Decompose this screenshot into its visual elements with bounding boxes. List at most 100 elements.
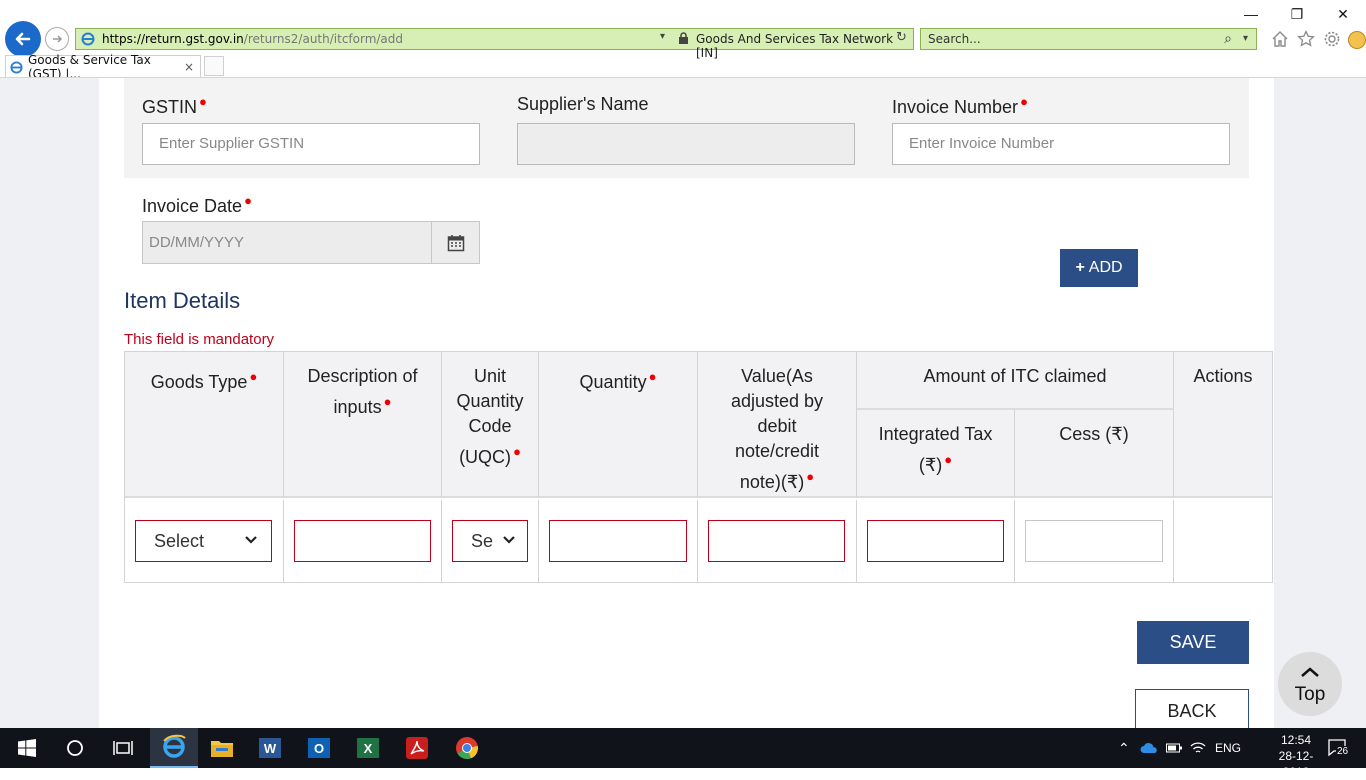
gstin-input[interactable]: Enter Supplier GSTIN	[142, 123, 480, 165]
description-input[interactable]	[294, 520, 431, 562]
close-icon[interactable]: ✕	[1320, 0, 1366, 28]
col-goods-type: Goods Type ●	[125, 352, 284, 498]
address-dropdown-icon[interactable]: ▾	[660, 31, 665, 42]
calendar-icon[interactable]	[431, 222, 479, 263]
integrated-tax-input[interactable]	[867, 520, 1004, 562]
page-viewport: GSTIN ● Enter Supplier GSTIN Supplier's N…	[0, 78, 1366, 728]
window-controls: — ❐ ✕	[1228, 0, 1366, 28]
word-icon[interactable]: W	[246, 728, 294, 768]
col-uqc: Unit Quantity Code (UQC) ●	[442, 352, 539, 498]
chevron-down-icon	[501, 532, 517, 553]
refresh-icon[interactable]: ↻	[896, 30, 907, 45]
acrobat-icon[interactable]	[393, 728, 441, 768]
supplier-name-label: Supplier's Name	[517, 94, 649, 114]
uqc-value: Se	[471, 531, 494, 551]
browser-chrome: https://return.gst.gov.in/returns2/auth/…	[0, 0, 1366, 81]
required-marker: ●	[648, 369, 657, 384]
ie-page-icon	[80, 31, 96, 47]
browser-tab[interactable]: Goods & Service Tax (GST) |... ×	[5, 53, 201, 81]
ie-taskbar-icon[interactable]	[150, 728, 198, 768]
favorites-star-icon[interactable]	[1296, 29, 1316, 50]
gstin-label: GSTIN ●	[142, 94, 207, 117]
tab-close-icon[interactable]: ×	[184, 60, 194, 74]
cell-uqc: Se	[442, 500, 539, 582]
col-integrated-tax: Integrated Tax (₹) ●	[857, 410, 1015, 498]
language-indicator[interactable]: ENG	[1215, 728, 1241, 768]
toolbar-icons	[1270, 29, 1366, 50]
settings-gear-icon[interactable]	[1322, 30, 1342, 50]
required-marker: ●	[513, 444, 521, 459]
cess-input[interactable]	[1025, 520, 1163, 562]
search-input[interactable]: Search... ⌕ ▾	[920, 28, 1257, 50]
required-marker: ●	[806, 469, 815, 484]
home-icon[interactable]	[1270, 30, 1290, 50]
chevron-down-icon	[243, 532, 259, 553]
cell-quantity	[539, 500, 698, 582]
forward-nav-icon[interactable]	[45, 27, 69, 51]
cell-integrated-tax	[857, 500, 1015, 582]
item-details-title: Item Details	[124, 288, 241, 313]
col-value: Value(As adjusted by debit note/credit n…	[698, 352, 857, 498]
supplier-name-input	[517, 123, 855, 165]
chrome-icon[interactable]	[443, 728, 491, 768]
taskbar-clock[interactable]: 12:54 28-12-2018	[1268, 732, 1324, 780]
cell-value	[698, 500, 857, 582]
invoice-date-label: Invoice Date ●	[142, 193, 252, 216]
file-explorer-icon[interactable]	[198, 728, 246, 768]
plus-icon: +	[1075, 259, 1085, 276]
invoice-number-input[interactable]: Enter Invoice Number	[892, 123, 1230, 165]
required-marker: ●	[199, 94, 207, 109]
feedback-smiley-icon[interactable]	[1348, 31, 1366, 49]
restore-icon[interactable]: ❐	[1274, 0, 1320, 28]
save-button[interactable]: SAVE	[1137, 621, 1249, 664]
action-center-icon[interactable]: 26	[1328, 728, 1350, 768]
item-details-table: Goods Type ● Description of inputs ● Unit …	[124, 351, 1273, 583]
url-text: https://return.gst.gov.in/returns2/auth/…	[102, 32, 404, 46]
cell-cess	[1015, 500, 1174, 582]
ie-tab-icon	[10, 60, 23, 74]
certificate-name[interactable]: Goods And Services Tax Network [IN]	[696, 32, 913, 60]
show-hidden-icons[interactable]: ⌃	[1118, 728, 1130, 768]
battery-icon[interactable]	[1166, 728, 1182, 768]
back-button[interactable]: BACK	[1135, 689, 1249, 728]
cell-goods-type: Select	[125, 500, 284, 582]
address-bar[interactable]: https://return.gst.gov.in/returns2/auth/…	[75, 28, 914, 60]
col-description: Description of inputs ●	[284, 352, 442, 498]
required-marker: ●	[383, 394, 392, 409]
minimize-icon[interactable]: —	[1228, 0, 1274, 28]
col-quantity: Quantity ●	[539, 352, 698, 498]
windows-taskbar: W O X ⌃ ENG 12:54 28-12-2018 26	[0, 728, 1366, 779]
chevron-up-icon	[1299, 662, 1321, 684]
required-marker: ●	[944, 452, 953, 467]
scroll-top-button[interactable]: Top	[1278, 652, 1342, 716]
outlook-icon[interactable]: O	[295, 728, 343, 768]
col-itc-group: Amount of ITC claimed	[857, 352, 1174, 410]
quantity-input[interactable]	[549, 520, 687, 562]
start-windows-icon[interactable]	[3, 728, 51, 768]
new-tab-icon[interactable]	[204, 56, 224, 76]
search-dropdown-icon[interactable]: ▾	[1243, 29, 1248, 49]
back-nav-icon[interactable]	[5, 21, 41, 57]
wifi-icon[interactable]	[1190, 728, 1206, 768]
search-icon[interactable]: ⌕	[1224, 29, 1232, 49]
goods-type-value: Select	[154, 531, 205, 551]
onedrive-icon[interactable]	[1140, 728, 1158, 768]
lock-icon[interactable]	[678, 32, 689, 48]
invoice-date-placeholder: DD/MM/YYYY	[149, 234, 245, 251]
task-view-icon[interactable]	[99, 728, 147, 768]
invoice-number-label: Invoice Number ●	[892, 94, 1028, 117]
cell-actions	[1174, 500, 1272, 582]
goods-type-select[interactable]: Select	[135, 520, 272, 562]
excel-icon[interactable]: X	[344, 728, 392, 768]
required-marker: ●	[1020, 94, 1028, 109]
cortana-search-icon[interactable]	[51, 728, 99, 768]
uqc-select[interactable]: Se	[452, 520, 528, 562]
value-input[interactable]	[708, 520, 845, 562]
required-marker: ●	[249, 369, 258, 384]
notification-count: 26	[1336, 746, 1350, 757]
add-item-button[interactable]: + ADD	[1060, 249, 1138, 287]
invoice-date-input[interactable]: DD/MM/YYYY	[142, 221, 480, 264]
col-cess: Cess (₹)	[1015, 410, 1174, 498]
col-actions: Actions	[1193, 366, 1253, 386]
cell-description	[284, 500, 442, 582]
